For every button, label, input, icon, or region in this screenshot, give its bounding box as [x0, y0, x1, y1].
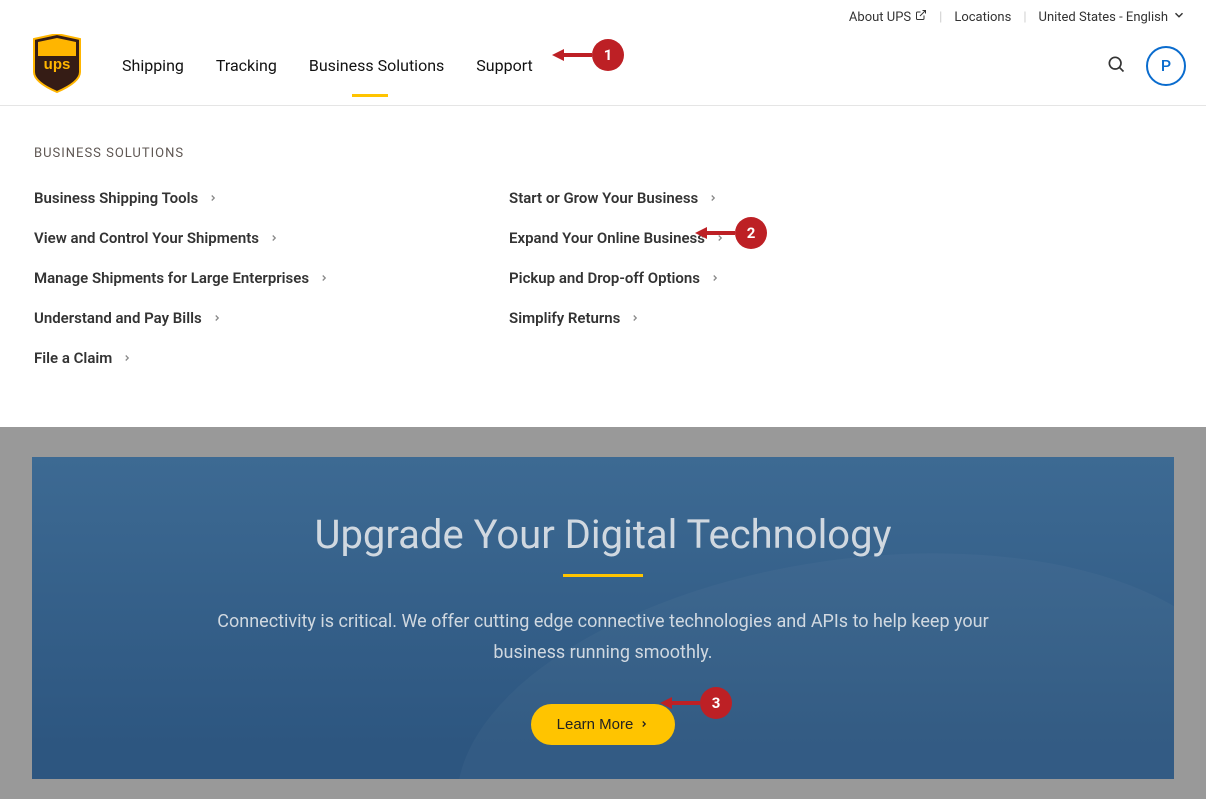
chevron-right-icon	[639, 716, 649, 733]
nav-links: Shipping Tracking Business Solutions Sup…	[122, 48, 1106, 83]
hero-title: Upgrade Your Digital Technology	[72, 511, 1134, 558]
dd-label: Understand and Pay Bills	[34, 309, 202, 327]
ups-logo[interactable]: ups	[32, 34, 82, 98]
dd-simplify-returns[interactable]: Simplify Returns	[509, 309, 725, 327]
profile-initial: P	[1161, 56, 1171, 75]
dd-business-shipping-tools[interactable]: Business Shipping Tools	[34, 189, 329, 207]
chevron-right-icon	[630, 309, 640, 327]
dd-label: Simplify Returns	[509, 309, 620, 327]
dd-pickup-dropoff[interactable]: Pickup and Drop-off Options	[509, 269, 725, 287]
locale-selector[interactable]: United States - English	[1039, 8, 1186, 26]
chevron-down-icon	[1172, 8, 1186, 26]
dd-manage-large-enterprises[interactable]: Manage Shipments for Large Enterprises	[34, 269, 329, 287]
profile-badge[interactable]: P	[1146, 46, 1186, 86]
nav-support[interactable]: Support	[476, 48, 532, 83]
svg-text:ups: ups	[44, 56, 71, 73]
divider: |	[939, 10, 942, 25]
dd-label: File a Claim	[34, 349, 112, 367]
chevron-right-icon	[122, 349, 132, 367]
learn-more-button[interactable]: Learn More	[531, 704, 676, 745]
chevron-right-icon	[710, 269, 720, 287]
dd-label: Pickup and Drop-off Options	[509, 269, 700, 287]
chevron-right-icon	[212, 309, 222, 327]
dropdown-columns: Business Shipping Tools View and Control…	[34, 189, 1172, 367]
main-nav: ups Shipping Tracking Business Solutions…	[0, 26, 1206, 106]
divider: |	[1023, 10, 1026, 25]
hero-text: Connectivity is critical. We offer cutti…	[213, 607, 993, 668]
hero-section: Upgrade Your Digital Technology Connecti…	[0, 427, 1206, 799]
locations-label: Locations	[954, 10, 1011, 25]
search-icon[interactable]	[1106, 54, 1126, 78]
locations-link[interactable]: Locations	[954, 10, 1011, 25]
chevron-right-icon	[708, 189, 718, 207]
dd-label: View and Control Your Shipments	[34, 229, 259, 247]
locale-label: United States - English	[1039, 10, 1168, 25]
chevron-right-icon	[269, 229, 279, 247]
about-label: About UPS	[849, 10, 911, 25]
chevron-right-icon	[715, 229, 725, 247]
chevron-right-icon	[319, 269, 329, 287]
nav-right: P	[1106, 46, 1186, 86]
dd-label: Business Shipping Tools	[34, 189, 198, 207]
dd-view-control-shipments[interactable]: View and Control Your Shipments	[34, 229, 329, 247]
dd-expand-online-business[interactable]: Expand Your Online Business	[509, 229, 725, 247]
nav-business-solutions[interactable]: Business Solutions	[309, 48, 444, 83]
dropdown-panel: BUSINESS SOLUTIONS Business Shipping Too…	[0, 106, 1206, 427]
dd-label: Manage Shipments for Large Enterprises	[34, 269, 309, 287]
dropdown-col2: Start or Grow Your Business Expand Your …	[509, 189, 725, 367]
top-bar: About UPS | Locations | United States - …	[0, 0, 1206, 26]
hero-card: Upgrade Your Digital Technology Connecti…	[32, 457, 1174, 779]
dd-file-claim[interactable]: File a Claim	[34, 349, 329, 367]
hero-divider	[563, 574, 643, 577]
external-link-icon	[915, 9, 927, 25]
dropdown-col1: Business Shipping Tools View and Control…	[34, 189, 329, 367]
about-link[interactable]: About UPS	[849, 9, 927, 25]
dd-start-grow-business[interactable]: Start or Grow Your Business	[509, 189, 725, 207]
nav-shipping[interactable]: Shipping	[122, 48, 184, 83]
hero-button-label: Learn More	[557, 716, 634, 733]
nav-tracking[interactable]: Tracking	[216, 48, 277, 83]
chevron-right-icon	[208, 189, 218, 207]
dd-understand-pay-bills[interactable]: Understand and Pay Bills	[34, 309, 329, 327]
dropdown-heading: BUSINESS SOLUTIONS	[34, 146, 1172, 161]
dd-label: Expand Your Online Business	[509, 229, 705, 247]
dd-label: Start or Grow Your Business	[509, 189, 698, 207]
